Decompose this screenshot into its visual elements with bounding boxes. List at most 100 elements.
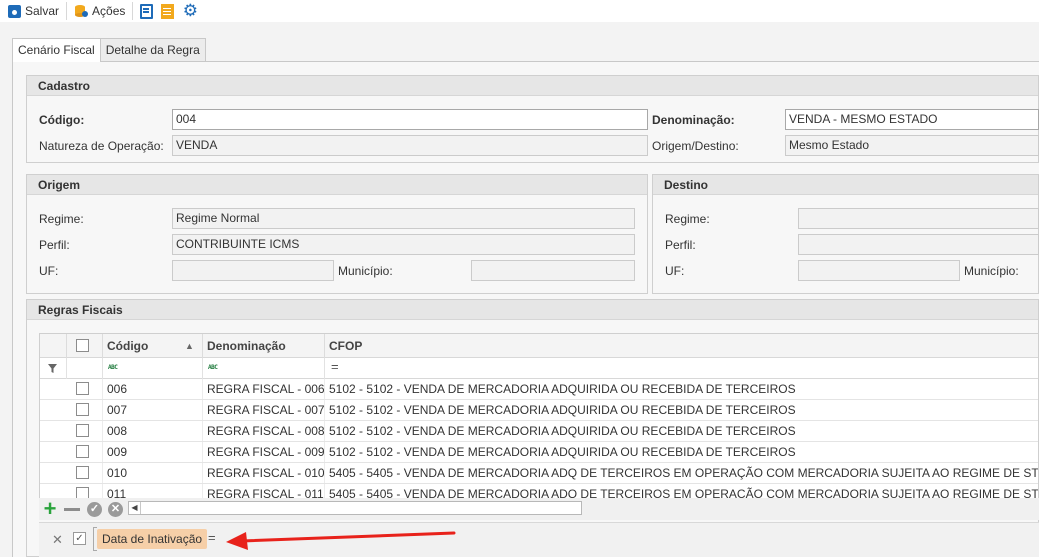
cell-codigo: 010: [103, 463, 203, 483]
database-icon: [75, 5, 89, 17]
origem-regime-field[interactable]: Regime Normal: [172, 208, 635, 229]
cell-denominacao: REGRA FISCAL - 006: [203, 379, 325, 399]
tab-detalhe-regra[interactable]: Detalhe da Regra: [99, 38, 206, 61]
filter-enable-checkbox[interactable]: ✓: [73, 532, 86, 545]
scroll-left-icon[interactable]: ◀: [129, 502, 141, 514]
destino-regime-field[interactable]: [798, 208, 1039, 229]
origem-perfil-label: Perfil:: [39, 238, 70, 252]
row-checkbox[interactable]: [76, 445, 89, 458]
clear-filter-icon[interactable]: ✕: [52, 532, 63, 548]
row-checkbox[interactable]: [76, 424, 89, 437]
toolbar-divider: [66, 2, 68, 20]
filter-chip-data-inativacao[interactable]: Data de Inativação: [97, 529, 208, 549]
destino-title: Destino: [653, 175, 1038, 195]
cell-denominacao: REGRA FISCAL - 008: [203, 421, 325, 441]
text-filter-icon: ABC: [108, 364, 118, 371]
origem-uf-label: UF:: [39, 264, 59, 278]
select-all-header: [67, 334, 103, 358]
denominacao-input[interactable]: VENDA - MESMO ESTADO: [785, 109, 1039, 130]
save-icon: [8, 4, 21, 18]
select-all-checkbox[interactable]: [76, 339, 89, 352]
text-filter-icon: ABC: [208, 364, 218, 371]
cell-denominacao: REGRA FISCAL - 010: [203, 463, 325, 483]
notes-button[interactable]: [157, 1, 178, 21]
table-row[interactable]: 007 REGRA FISCAL - 007 5102 - 5102 - VEN…: [40, 400, 1038, 421]
row-checkbox[interactable]: [76, 466, 89, 479]
horizontal-scrollbar[interactable]: ◀: [128, 501, 582, 515]
cell-cfop: 5102 - 5102 - VENDA DE MERCADORIA ADQUIR…: [325, 400, 1038, 420]
notes-icon: [161, 3, 175, 19]
cell-codigo: 008: [103, 421, 203, 441]
col-cfop-header[interactable]: CFOP: [325, 334, 1038, 358]
equals-filter-icon: =: [331, 359, 339, 374]
origem-destino-field[interactable]: Mesmo Estado: [785, 135, 1039, 156]
row-checkbox[interactable]: [76, 403, 89, 416]
gear-icon: ⚙: [182, 1, 198, 20]
sort-asc-icon: ▲: [185, 341, 194, 351]
row-select-cell: [67, 379, 103, 399]
col-codigo-header[interactable]: Código ▲: [103, 334, 203, 358]
filter-row: ABC ABC =: [40, 358, 1038, 379]
origem-uf-field[interactable]: [172, 260, 334, 281]
save-label: Salvar: [25, 4, 60, 18]
tab-cenario-fiscal[interactable]: Cenário Fiscal: [12, 38, 101, 62]
add-icon[interactable]: +: [42, 498, 58, 520]
row-select-cell: [67, 421, 103, 441]
destino-uf-label: UF:: [665, 264, 685, 278]
document-button[interactable]: [136, 1, 157, 21]
regras-grid: Código ▲ Denominação CFOP ABC ABC = 006 …: [39, 333, 1039, 519]
denominacao-label: Denominação:: [652, 113, 735, 127]
filter-cfop[interactable]: =: [325, 358, 1038, 379]
codigo-input[interactable]: 004: [172, 109, 648, 130]
table-row[interactable]: 009 REGRA FISCAL - 009 5102 - 5102 - VEN…: [40, 442, 1038, 463]
table-row[interactable]: 006 REGRA FISCAL - 006 5102 - 5102 - VEN…: [40, 379, 1038, 400]
toolbar-divider: [132, 2, 134, 20]
cell-codigo: 006: [103, 379, 203, 399]
natureza-field[interactable]: VENDA: [172, 135, 648, 156]
red-arrow-annotation: [226, 531, 456, 550]
settings-button[interactable]: ⚙: [178, 1, 202, 21]
tab-bar: Cenário Fiscal Detalhe da Regra: [12, 38, 206, 62]
origem-perfil-field[interactable]: CONTRIBUINTE ICMS: [172, 234, 635, 255]
table-row[interactable]: 010 REGRA FISCAL - 010 5405 - 5405 - VEN…: [40, 463, 1038, 484]
document-upload-icon: [140, 3, 154, 19]
actions-label: Ações: [92, 4, 126, 18]
origem-destino-label: Origem/Destino:: [652, 139, 739, 153]
origem-title: Origem: [27, 175, 647, 195]
remove-icon[interactable]: [64, 508, 80, 511]
filter-denominacao[interactable]: ABC: [203, 358, 325, 379]
cadastro-title: Cadastro: [27, 76, 1038, 96]
cell-cfop: 5405 - 5405 - VENDA DE MERCADORIA ADQ DE…: [325, 463, 1038, 483]
table-row[interactable]: 008 REGRA FISCAL - 008 5102 - 5102 - VEN…: [40, 421, 1038, 442]
cell-cfop: 5102 - 5102 - VENDA DE MERCADORIA ADQUIR…: [325, 379, 1038, 399]
destino-uf-field[interactable]: [798, 260, 960, 281]
destino-regime-label: Regime:: [665, 212, 710, 226]
row-select-cell: [67, 463, 103, 483]
filter-codigo[interactable]: ABC: [103, 358, 203, 379]
toolbar: Salvar Ações ⚙: [0, 0, 1039, 22]
grid-header: Código ▲ Denominação CFOP: [40, 334, 1038, 358]
indicator-header: [40, 334, 67, 358]
confirm-icon[interactable]: ✓: [87, 502, 102, 517]
origem-municipio-label: Município:: [338, 264, 393, 278]
cell-codigo: 009: [103, 442, 203, 462]
save-button[interactable]: Salvar: [0, 1, 63, 21]
cell-cfop: 5102 - 5102 - VENDA DE MERCADORIA ADQUIR…: [325, 421, 1038, 441]
filter-cell: [67, 358, 103, 379]
cancel-icon[interactable]: ✕: [108, 502, 123, 517]
filter-operator[interactable]: =: [208, 530, 216, 545]
row-checkbox[interactable]: [76, 382, 89, 395]
destino-municipio-label: Município:: [964, 264, 1019, 278]
destino-perfil-label: Perfil:: [665, 238, 696, 252]
origem-regime-label: Regime:: [39, 212, 84, 226]
col-codigo-label: Código: [107, 339, 149, 353]
cell-codigo: 007: [103, 400, 203, 420]
filter-cell: [40, 358, 67, 379]
row-select-cell: [67, 442, 103, 462]
col-denominacao-header[interactable]: Denominação: [203, 334, 325, 358]
cell-cfop: 5102 - 5102 - VENDA DE MERCADORIA ADQUIR…: [325, 442, 1038, 462]
origem-municipio-field[interactable]: [471, 260, 635, 281]
cell-denominacao: REGRA FISCAL - 007: [203, 400, 325, 420]
destino-perfil-field[interactable]: [798, 234, 1039, 255]
actions-button[interactable]: Ações: [70, 1, 129, 21]
